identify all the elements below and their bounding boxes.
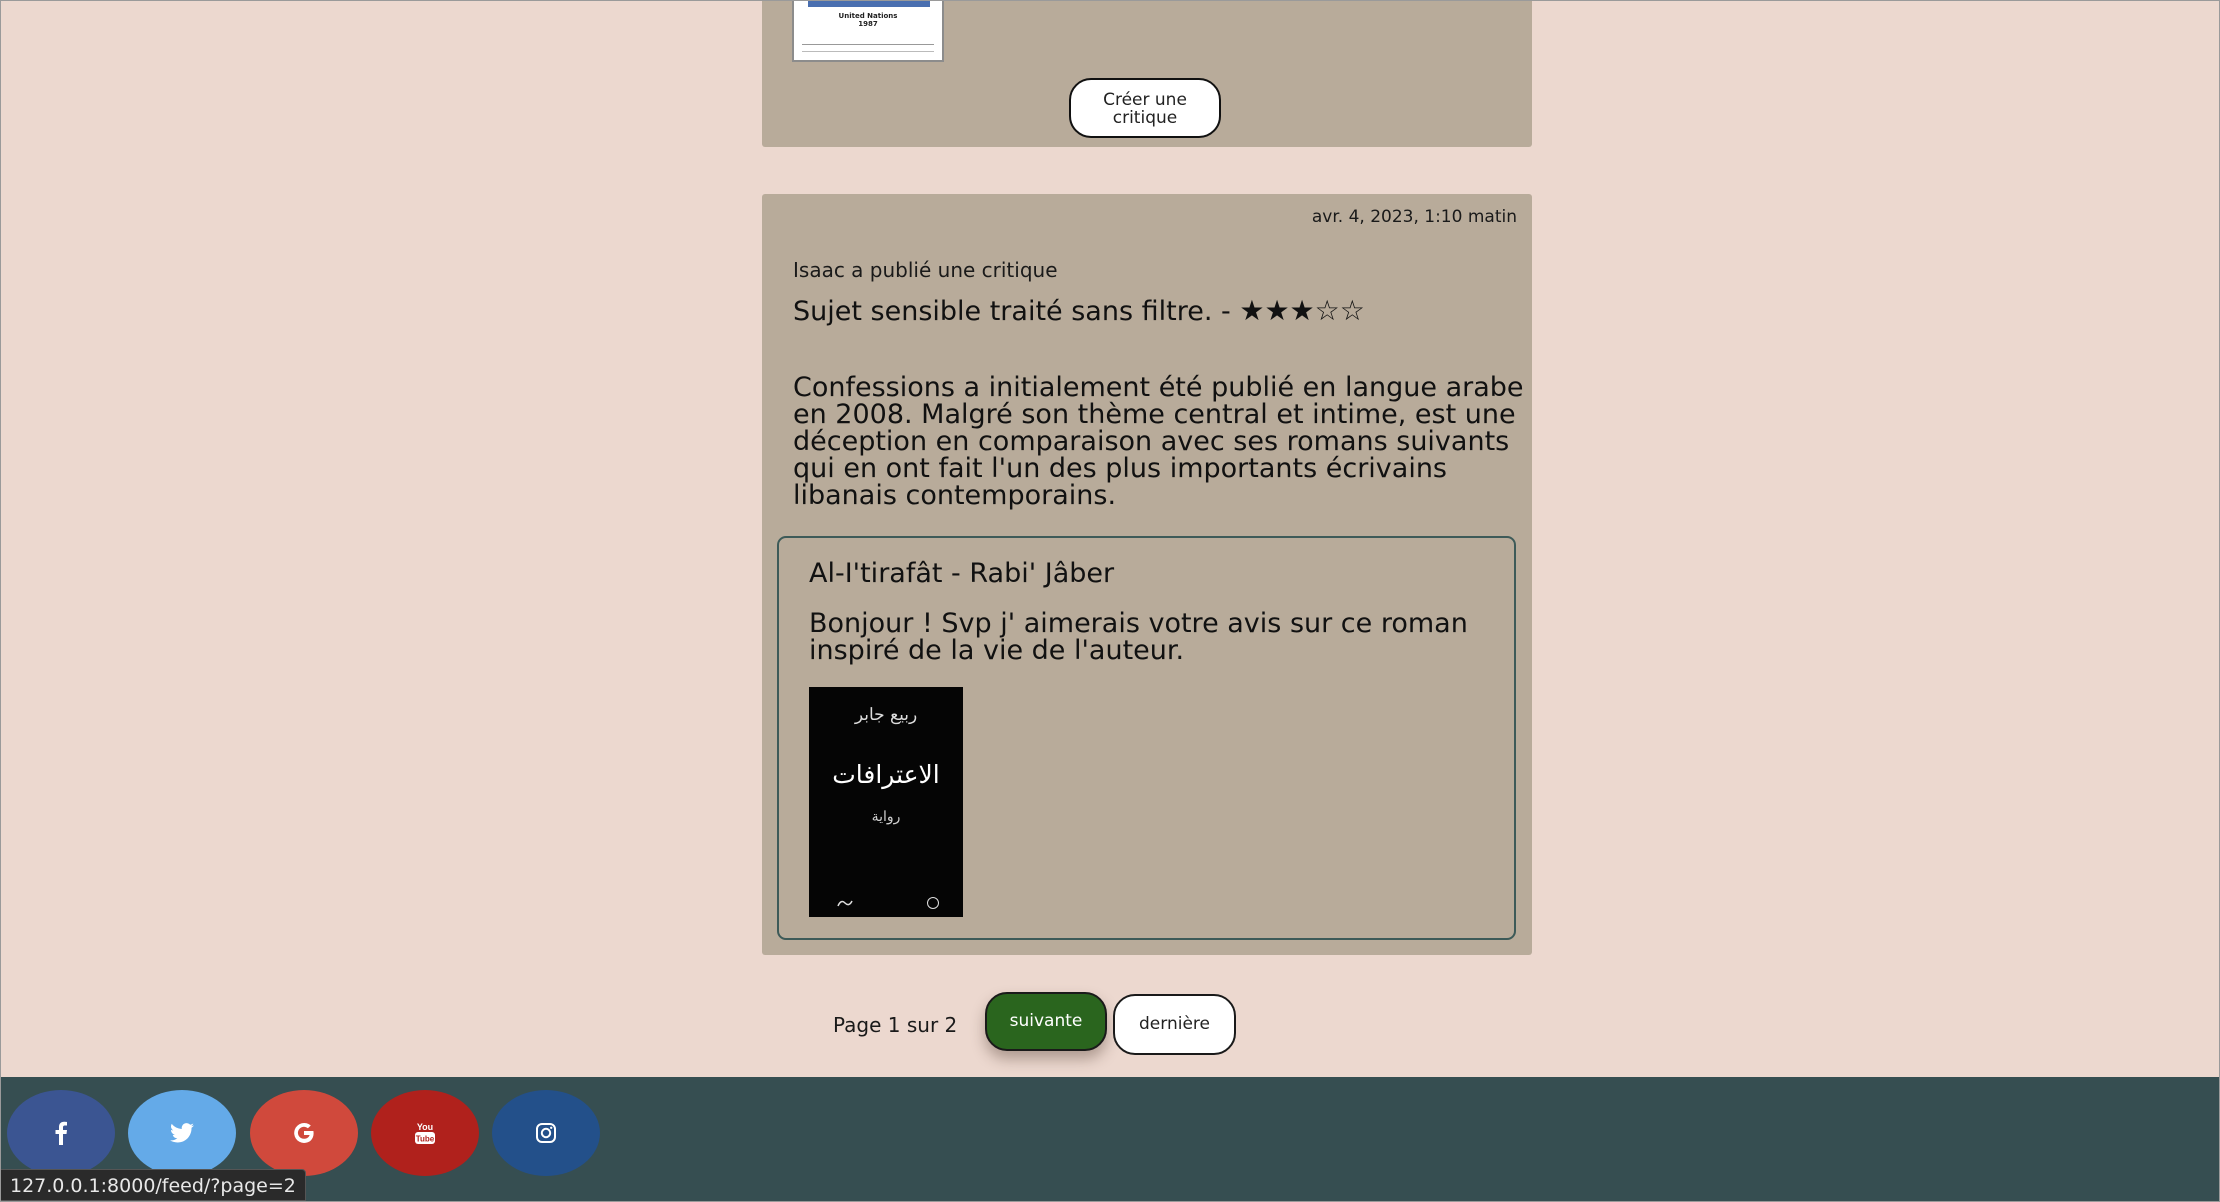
next-page-button[interactable]: suivante (985, 992, 1107, 1051)
review-card: avr. 4, 2023, 1:10 matin Isaac a publié … (762, 194, 1532, 955)
star-rating-icon: ★★★☆☆ (1239, 294, 1365, 327)
cover-emblem-icon (927, 897, 939, 909)
youtube-icon: You Tube (414, 1120, 436, 1146)
google-icon (293, 1122, 315, 1144)
previous-ticket-card: United Nations 1987 Créer une critique (762, 0, 1532, 147)
review-author-line: Isaac a publié une critique (793, 258, 1058, 282)
review-timestamp: avr. 4, 2023, 1:10 matin (1311, 207, 1517, 227)
book-cover-image: ربيع جابر الاعترافات رواية (809, 687, 963, 917)
cover-fine-print (802, 44, 934, 52)
youtube-link[interactable]: You Tube (371, 1090, 479, 1176)
svg-text:Tube: Tube (416, 1135, 435, 1144)
facebook-icon (54, 1121, 68, 1145)
instagram-link[interactable] (492, 1090, 600, 1176)
twitter-link[interactable] (128, 1090, 236, 1176)
ticket-description: Bonjour ! Svp j' aimerais votre avis sur… (809, 608, 1468, 666)
google-link[interactable] (250, 1090, 358, 1176)
facebook-link[interactable] (7, 1090, 115, 1176)
twitter-icon (170, 1123, 194, 1143)
page-indicator: Page 1 sur 2 (833, 1013, 958, 1037)
review-headline: Sujet sensible traité sans filtre. - ★★★… (793, 294, 1365, 327)
create-review-button[interactable]: Créer une critique (1069, 78, 1221, 138)
cover-header-bar (808, 0, 930, 7)
cover-publisher-line2: 1987 (858, 20, 878, 28)
site-footer: You Tube (0, 1077, 2220, 1202)
ticket-card: Al-I'tirafât - Rabi' Jâber Bonjour ! Svp… (777, 536, 1516, 940)
review-body: Confessions a initialement été publié en… (793, 372, 1524, 511)
last-page-button[interactable]: dernière (1113, 994, 1236, 1055)
book-cover-image: United Nations 1987 (792, 0, 944, 62)
cover-publisher: United Nations 1987 (794, 12, 942, 28)
publisher-logo-icon (837, 898, 853, 911)
ticket-title: Al-I'tirafât - Rabi' Jâber (809, 558, 1115, 589)
cover-author: ربيع جابر (854, 705, 918, 725)
cover-title: الاعترافات (832, 760, 940, 789)
cover-subtitle: رواية (871, 809, 901, 825)
svg-text:You: You (417, 1122, 433, 1132)
status-bar-url: 127.0.0.1:8000/feed/?page=2 (0, 1169, 306, 1201)
instagram-icon (535, 1122, 557, 1144)
cover-publisher-line1: United Nations (838, 12, 898, 20)
review-headline-text: Sujet sensible traité sans filtre. - (793, 296, 1231, 327)
